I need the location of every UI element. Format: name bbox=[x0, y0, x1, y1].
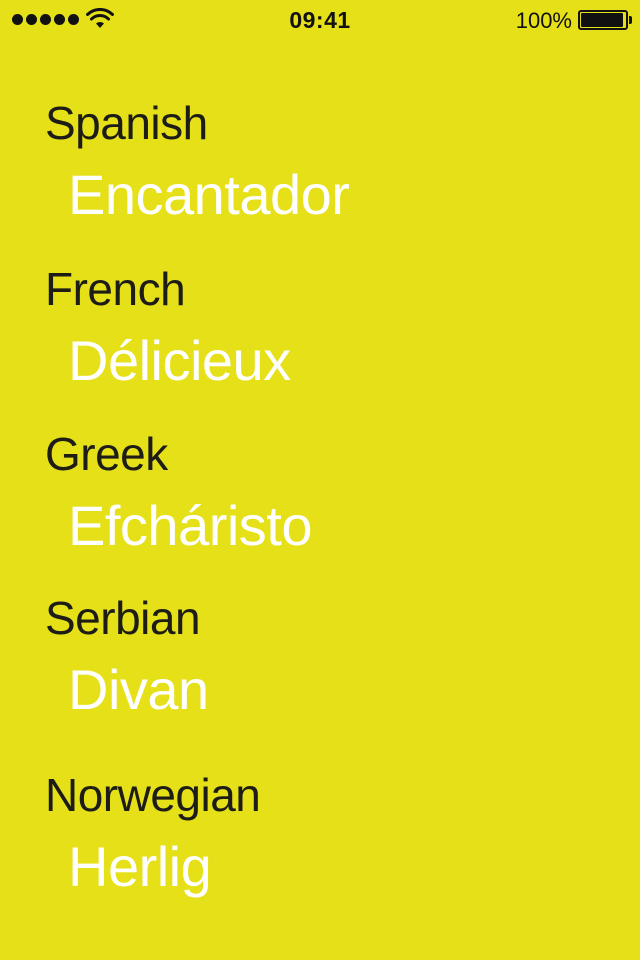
language-label: French bbox=[45, 263, 186, 315]
language-label: Greek bbox=[45, 428, 168, 480]
word-translation: Efcháristo bbox=[68, 494, 313, 557]
language-label: Norwegian bbox=[45, 769, 261, 821]
word-translation: Divan bbox=[68, 658, 209, 721]
word-list: Spanish Encantador French Délicieux Gree… bbox=[0, 0, 640, 960]
word-translation: Délicieux bbox=[68, 329, 291, 392]
language-label: Spanish bbox=[45, 97, 208, 149]
language-label: Serbian bbox=[45, 592, 201, 644]
word-translation: Herlig bbox=[68, 835, 212, 898]
word-translation: Encantador bbox=[68, 163, 350, 226]
